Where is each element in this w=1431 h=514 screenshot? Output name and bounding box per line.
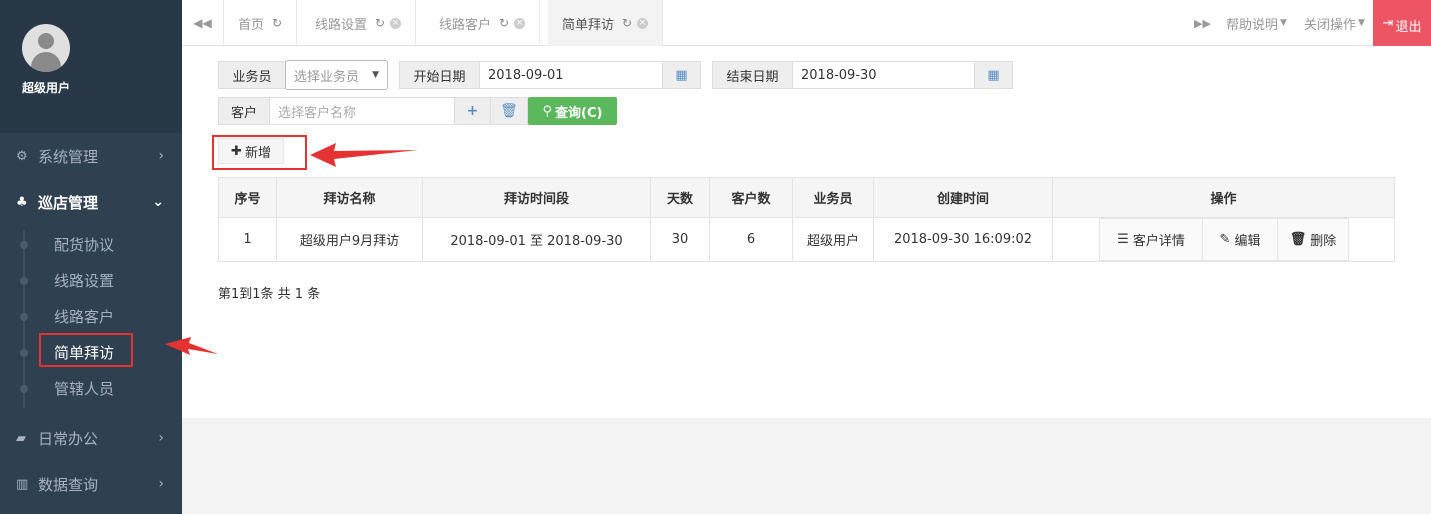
annotation-arrows: [165, 143, 418, 355]
arrow-to-simple-visit: [165, 337, 218, 355]
arrow-to-add-button: [310, 143, 418, 167]
